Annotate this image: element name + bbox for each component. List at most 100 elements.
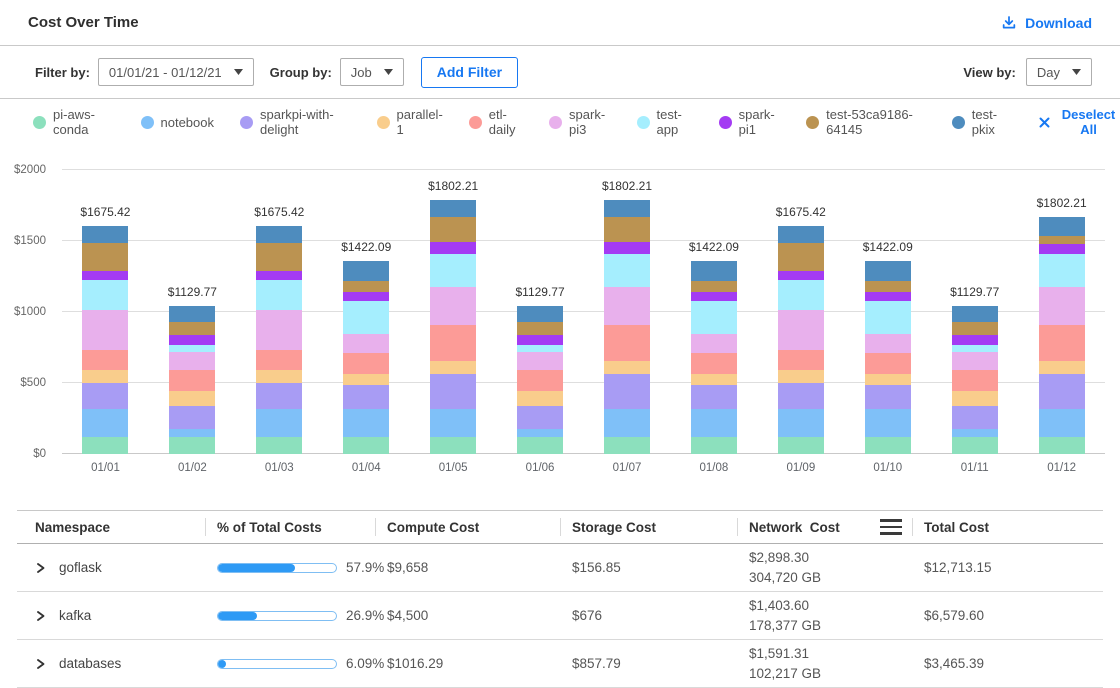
legend-item-etl-daily[interactable]: etl-daily [469,107,523,137]
bar-segment-spark-pi3[interactable] [430,287,476,325]
bar-segment-test-pkix[interactable] [1039,217,1085,235]
bar-segment-test-app[interactable] [604,254,650,287]
bar-segment-test-app[interactable] [865,301,911,334]
bar-segment-parallel-1[interactable] [691,374,737,386]
bar-segment-parallel-1[interactable] [82,370,128,383]
expand-row-chevron-icon[interactable] [35,610,46,622]
stacked-bar-01/10[interactable] [865,261,911,454]
bar-segment-spark-pi1[interactable] [1039,244,1085,254]
bar-segment-etl-daily[interactable] [343,353,389,374]
bar-segment-test-53ca9186-64145[interactable] [865,281,911,293]
bar-segment-test-app[interactable] [778,280,824,310]
bar-segment-etl-daily[interactable] [604,325,650,362]
bar-segment-test-pkix[interactable] [691,261,737,281]
legend-item-test-pkix[interactable]: test-pkix [952,107,1009,137]
bar-segment-spark-pi3[interactable] [517,352,563,370]
bar-segment-sparkpi-with-delight[interactable] [82,383,128,409]
bar-segment-pi-aws-conda[interactable] [343,437,389,454]
bar-segment-test-pkix[interactable] [343,261,389,281]
bar-segment-test-pkix[interactable] [256,226,302,243]
bar-segment-pi-aws-conda[interactable] [169,437,215,454]
bar-segment-spark-pi1[interactable] [430,242,476,254]
bar-segment-sparkpi-with-delight[interactable] [430,374,476,410]
bar-segment-notebook[interactable] [343,409,389,436]
bar-segment-parallel-1[interactable] [517,391,563,406]
bar-segment-test-pkix[interactable] [604,200,650,217]
bar-segment-spark-pi3[interactable] [169,352,215,370]
stacked-bar-01/06[interactable] [517,306,563,454]
bar-segment-pi-aws-conda[interactable] [952,437,998,454]
bar-segment-test-app[interactable] [517,345,563,352]
bar-segment-test-app[interactable] [343,301,389,334]
bar-segment-spark-pi1[interactable] [865,292,911,301]
bar-segment-test-53ca9186-64145[interactable] [952,322,998,335]
bar-segment-notebook[interactable] [82,409,128,436]
stacked-bar-01/04[interactable] [343,261,389,454]
expand-row-chevron-icon[interactable] [35,562,46,574]
bar-segment-notebook[interactable] [1039,409,1085,436]
bar-segment-spark-pi1[interactable] [691,292,737,301]
bar-segment-pi-aws-conda[interactable] [256,437,302,454]
bar-segment-test-53ca9186-64145[interactable] [778,243,824,271]
bar-segment-test-53ca9186-64145[interactable] [82,243,128,271]
bar-segment-spark-pi1[interactable] [778,271,824,281]
bar-segment-etl-daily[interactable] [691,353,737,374]
bar-segment-notebook[interactable] [256,409,302,436]
stacked-bar-01/01[interactable] [82,226,128,454]
bar-segment-sparkpi-with-delight[interactable] [604,374,650,410]
bar-segment-parallel-1[interactable] [1039,361,1085,373]
bar-segment-spark-pi1[interactable] [82,271,128,281]
view-by-select[interactable]: Day [1026,58,1092,86]
bar-segment-parallel-1[interactable] [430,361,476,373]
bar-segment-parallel-1[interactable] [778,370,824,383]
bar-segment-test-app[interactable] [691,301,737,334]
bar-segment-test-app[interactable] [952,345,998,352]
bar-segment-test-pkix[interactable] [517,306,563,322]
bar-segment-notebook[interactable] [604,409,650,436]
bar-segment-test-53ca9186-64145[interactable] [430,217,476,242]
bar-segment-test-app[interactable] [256,280,302,310]
bar-segment-pi-aws-conda[interactable] [1039,437,1085,454]
bar-segment-sparkpi-with-delight[interactable] [256,383,302,409]
expand-row-chevron-icon[interactable] [35,658,46,670]
bar-segment-spark-pi3[interactable] [865,334,911,353]
bar-segment-test-53ca9186-64145[interactable] [604,217,650,242]
bar-segment-etl-daily[interactable] [952,370,998,391]
bar-segment-spark-pi3[interactable] [952,352,998,370]
bar-segment-etl-daily[interactable] [778,350,824,370]
add-filter-button[interactable]: Add Filter [421,57,518,88]
bar-segment-sparkpi-with-delight[interactable] [778,383,824,409]
download-button[interactable]: Download [1001,15,1092,31]
bar-segment-sparkpi-with-delight[interactable] [343,385,389,409]
bar-segment-test-app[interactable] [430,254,476,287]
stacked-bar-01/07[interactable] [604,200,650,454]
bar-segment-notebook[interactable] [865,409,911,436]
stacked-bar-01/11[interactable] [952,306,998,454]
bar-segment-spark-pi3[interactable] [256,310,302,350]
bar-segment-pi-aws-conda[interactable] [517,437,563,454]
bar-segment-test-53ca9186-64145[interactable] [256,243,302,271]
bar-segment-parallel-1[interactable] [865,374,911,386]
bar-segment-pi-aws-conda[interactable] [430,437,476,454]
legend-item-test-app[interactable]: test-app [637,107,693,137]
bar-segment-notebook[interactable] [691,409,737,436]
bar-segment-notebook[interactable] [430,409,476,436]
bar-segment-spark-pi3[interactable] [691,334,737,353]
legend-item-spark-pi1[interactable]: spark-pi1 [719,107,781,137]
bar-segment-spark-pi1[interactable] [604,242,650,254]
bar-segment-etl-daily[interactable] [517,370,563,391]
bar-segment-pi-aws-conda[interactable] [691,437,737,454]
bar-segment-notebook[interactable] [517,429,563,437]
bar-segment-etl-daily[interactable] [169,370,215,391]
legend-item-notebook[interactable]: notebook [141,115,215,130]
bar-segment-pi-aws-conda[interactable] [778,437,824,454]
bar-segment-test-pkix[interactable] [169,306,215,322]
bar-segment-test-pkix[interactable] [865,261,911,281]
stacked-bar-01/05[interactable] [430,200,476,454]
bar-segment-pi-aws-conda[interactable] [604,437,650,454]
bar-segment-spark-pi1[interactable] [952,335,998,346]
bar-segment-test-pkix[interactable] [430,200,476,217]
bar-segment-test-pkix[interactable] [952,306,998,322]
bar-segment-spark-pi3[interactable] [82,310,128,350]
bar-segment-spark-pi1[interactable] [517,335,563,346]
